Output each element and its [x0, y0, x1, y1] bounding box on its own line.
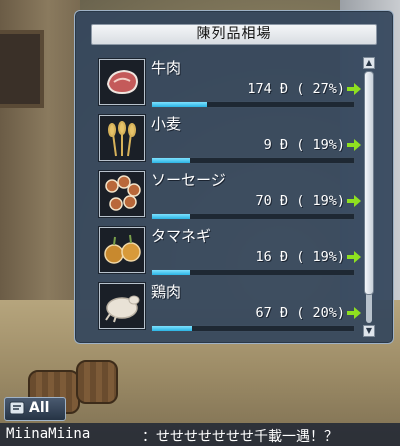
item-price: 174 Ð ( 27%)	[247, 81, 345, 97]
price-level-bar	[151, 325, 355, 332]
list-item[interactable]: 牛肉 174 Ð ( 27%)	[91, 53, 361, 109]
arrow-right-icon[interactable]	[347, 307, 361, 319]
sausage-icon	[99, 171, 145, 217]
item-name: 小麦	[151, 115, 182, 133]
chat-message-line: MiinaMiina ：せせせせせせせ千載一遇！？	[0, 423, 400, 446]
beef-icon	[99, 59, 145, 105]
arrow-right-icon[interactable]	[347, 195, 361, 207]
scroll-thumb[interactable]	[364, 71, 374, 295]
chat-channel-tab[interactable]: All	[4, 397, 66, 421]
chat-channel-label: All	[29, 400, 50, 416]
item-price: 70 Ð ( 19%)	[255, 193, 345, 209]
list-item[interactable]: 小麦 9 Ð ( 19%)	[91, 109, 361, 165]
item-price: 16 Ð ( 19%)	[255, 249, 345, 265]
arrow-right-icon[interactable]	[347, 83, 361, 95]
price-level-bar	[151, 213, 355, 220]
item-price: 9 Ð ( 19%)	[263, 137, 345, 153]
chat-message-text: ：せせせせせせせ千載一遇！？	[142, 429, 338, 445]
chat-icon	[9, 401, 25, 415]
scroll-down-button[interactable]: ▼	[363, 325, 375, 337]
chicken-icon	[99, 283, 145, 329]
wheat-icon	[99, 115, 145, 161]
item-name: タマネギ	[151, 227, 212, 245]
scroll-up-button[interactable]: ▲	[363, 57, 375, 69]
item-name: 鶏肉	[151, 283, 182, 301]
price-level-bar	[151, 101, 355, 108]
barrel	[76, 360, 118, 404]
list-item[interactable]: ソーセージ 70 Ð ( 19%)	[91, 165, 361, 221]
price-level-bar	[151, 157, 355, 164]
onion-icon	[99, 227, 145, 273]
item-price: 67 Ð ( 20%)	[255, 305, 345, 321]
price-level-bar	[151, 269, 355, 276]
arrow-right-icon[interactable]	[347, 139, 361, 151]
arrow-right-icon[interactable]	[347, 251, 361, 263]
market-price-panel: 陳列品相場 牛肉 174 Ð ( 27%) 小麦 9 Ð (19%) ソーセー…	[74, 10, 394, 344]
item-name: 牛肉	[151, 59, 182, 77]
panel-title: 陳列品相場	[91, 24, 377, 45]
scrollbar[interactable]: ▲ ▼	[363, 57, 375, 337]
building-window	[0, 30, 44, 108]
list-item[interactable]: タマネギ 16 Ð ( 19%)	[91, 221, 361, 277]
item-name: ソーセージ	[151, 171, 226, 189]
list-item[interactable]: 鶏肉 67 Ð ( 20%)	[91, 277, 361, 333]
item-list: 牛肉 174 Ð ( 27%) 小麦 9 Ð ( 19%) ソーセージ 70 Ð…	[91, 53, 361, 338]
chat-username[interactable]: MiinaMiina	[6, 426, 90, 442]
